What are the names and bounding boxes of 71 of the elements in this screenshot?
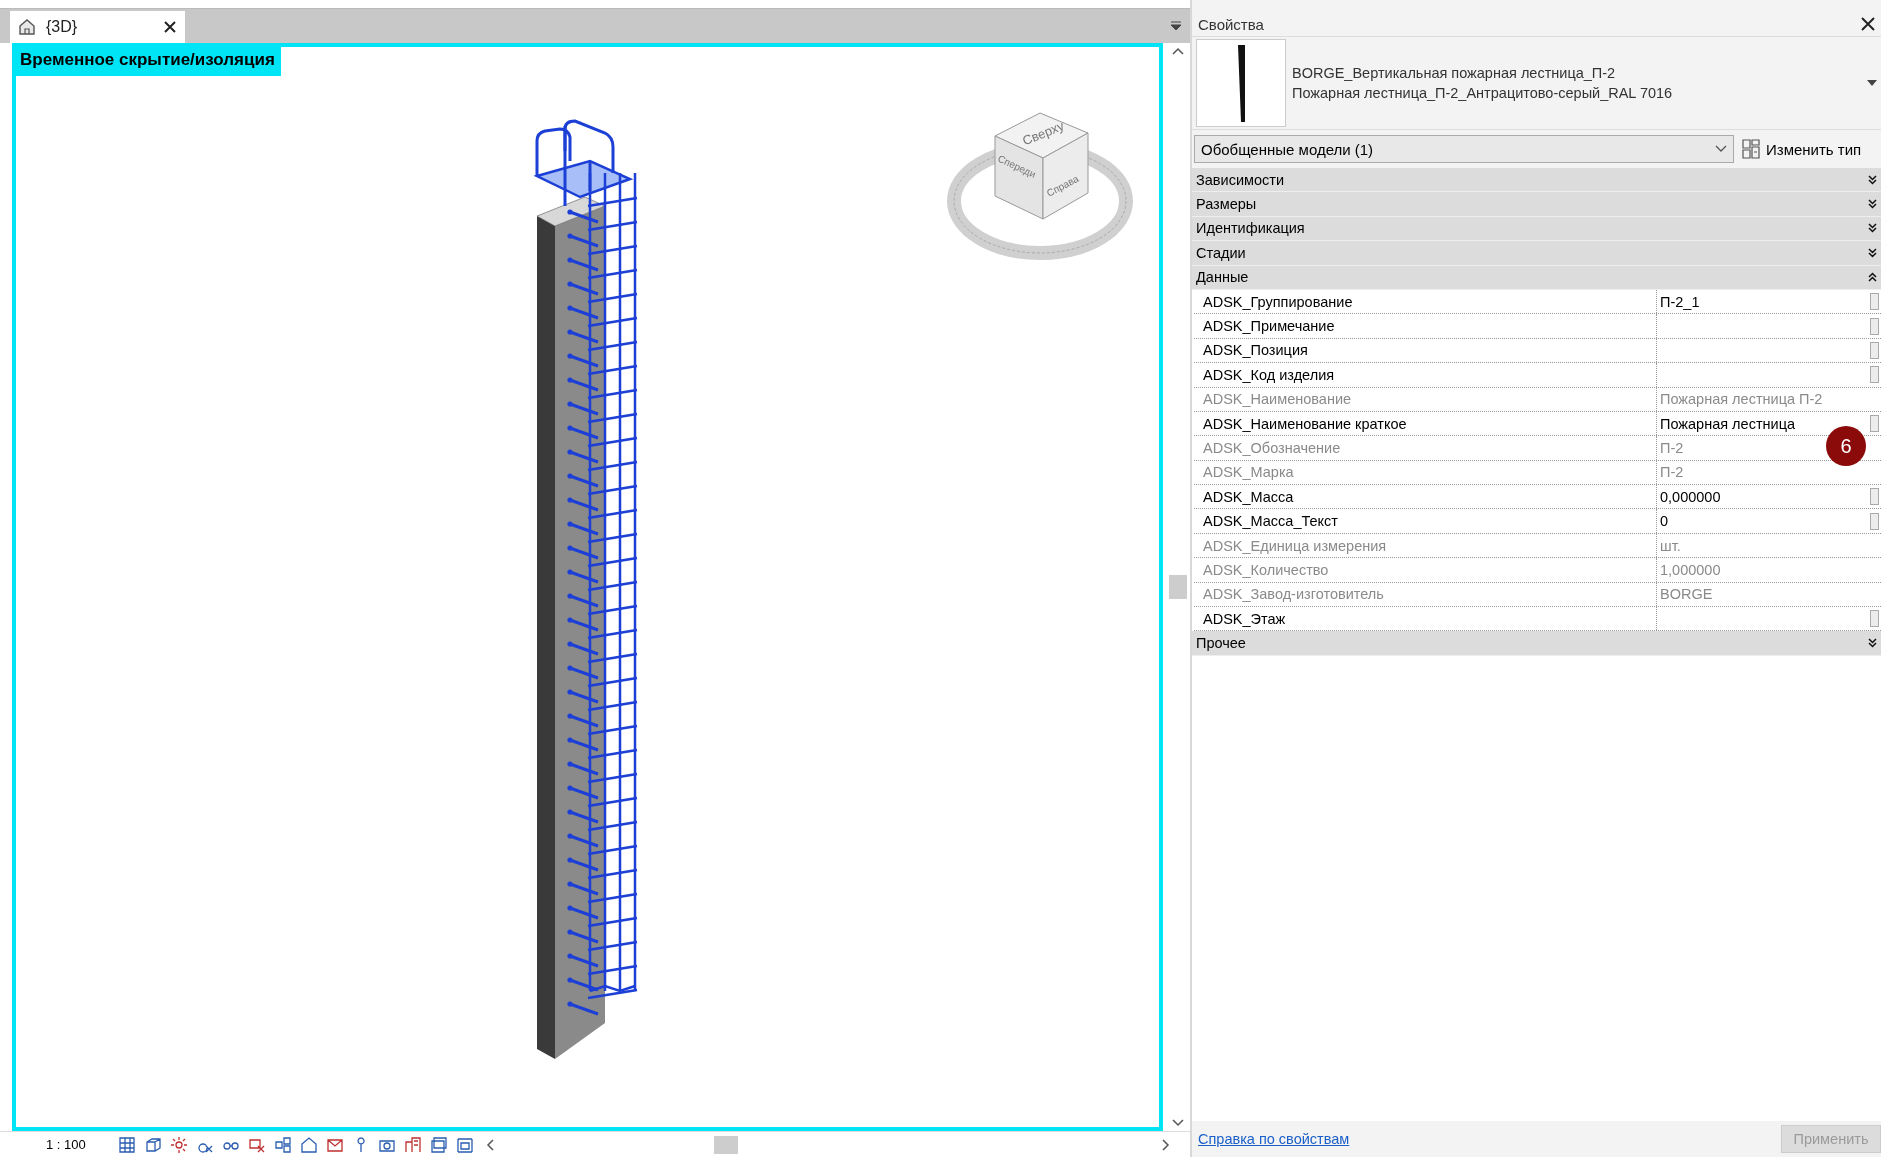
property-value[interactable]: Пожарная лестница — [1660, 415, 1795, 432]
expand-chevron-icon[interactable] — [1868, 199, 1877, 210]
scroll-down-icon[interactable] — [1172, 1119, 1184, 1127]
property-name: ADSK_Количество — [1194, 558, 1657, 582]
group-header[interactable]: Идентификация — [1192, 216, 1881, 242]
group-title: Прочее — [1196, 635, 1246, 652]
group-header[interactable]: Данные — [1192, 265, 1881, 290]
edit-type-button[interactable]: Изменить тип — [1742, 139, 1862, 159]
panel-title: Свойства — [1198, 15, 1264, 33]
group-header[interactable]: Стадии — [1192, 241, 1881, 266]
close-icon[interactable] — [1861, 17, 1875, 31]
blocks-icon[interactable] — [273, 1135, 292, 1154]
scroll-right-icon[interactable] — [1162, 1138, 1170, 1151]
property-name: ADSK_Примечание — [1194, 314, 1657, 338]
property-value[interactable]: 0 — [1660, 513, 1669, 530]
property-value[interactable]: 0,000000 — [1660, 488, 1721, 505]
box-icon[interactable] — [143, 1135, 162, 1154]
close-icon[interactable] — [163, 20, 177, 34]
property-name: ADSK_Завод-изготовитель — [1194, 582, 1657, 607]
property-name: ADSK_Масса — [1194, 485, 1657, 509]
sun-icon[interactable] — [169, 1135, 188, 1154]
property-value[interactable]: Пожарная лестница П-2 — [1660, 391, 1823, 408]
type-properties-icon — [1742, 139, 1760, 159]
property-name: ADSK_Код изделия — [1194, 363, 1657, 387]
grid-icon[interactable] — [117, 1135, 136, 1154]
category-dropdown[interactable]: Обобщенные модели (1) — [1194, 135, 1734, 163]
scrollbar-thumb[interactable] — [1169, 575, 1187, 599]
expand-chevron-icon[interactable] — [1868, 638, 1877, 649]
group-header[interactable]: Зависимости — [1192, 168, 1881, 193]
group-title: Зависимости — [1196, 171, 1284, 188]
expand-chevron-icon[interactable] — [1868, 223, 1877, 234]
property-name: ADSK_Марка — [1194, 460, 1657, 485]
group-title: Стадии — [1196, 244, 1246, 261]
property-value[interactable]: 1,000000 — [1660, 561, 1721, 578]
family-name: BORGE_Вертикальная пожарная лестница_П-2 — [1292, 65, 1617, 81]
scroll-up-icon[interactable] — [1172, 47, 1184, 55]
property-name: ADSK_Наименование — [1194, 387, 1657, 411]
isolation-banner: Временное скрытие/изоляция — [16, 47, 281, 76]
collapse-chevron-icon[interactable] — [1868, 272, 1877, 283]
property-name: ADSK_Позиция — [1194, 338, 1657, 363]
property-name: ADSK_Масса_Текст — [1194, 509, 1657, 533]
expand-chevron-icon[interactable] — [1868, 174, 1877, 185]
house-icon — [18, 18, 36, 36]
dropdown-caret-icon[interactable] — [1867, 80, 1877, 86]
group-title: Идентификация — [1196, 220, 1305, 237]
group-header[interactable]: Размеры — [1192, 192, 1881, 217]
fire-ladder-drawing[interactable] — [533, 119, 638, 1059]
building-icon[interactable] — [403, 1135, 422, 1154]
property-name: ADSK_Обозначение — [1194, 436, 1657, 460]
stack-icon[interactable] — [429, 1135, 448, 1154]
help-link[interactable]: Справка по свойствам — [1198, 1131, 1350, 1147]
property-name: ADSK_Единица измерения — [1194, 533, 1657, 558]
scrollbar-thumb[interactable] — [713, 1135, 738, 1154]
view-scale[interactable]: 1 : 100 — [46, 1137, 86, 1152]
view-tab-title: {3D} — [46, 18, 79, 36]
property-name: ADSK_Этаж — [1194, 607, 1657, 631]
ladder-thumbnail-icon — [1237, 44, 1245, 122]
frame-icon[interactable] — [455, 1135, 474, 1154]
group-title: Данные — [1196, 269, 1249, 286]
property-name: ADSK_Группирование — [1194, 289, 1657, 314]
property-value[interactable]: П-2_1 — [1660, 293, 1700, 310]
group-title: Размеры — [1196, 196, 1257, 213]
property-name: ADSK_Наименование краткое — [1194, 411, 1657, 436]
group-header[interactable]: Прочее — [1192, 631, 1881, 656]
house-icon[interactable] — [299, 1135, 318, 1154]
scroll-left-icon[interactable] — [485, 1138, 494, 1151]
view-tab[interactable]: {3D} — [10, 11, 185, 43]
menu-caret-icon[interactable] — [1170, 21, 1182, 31]
type-name: Пожарная лестница_П-2_Антрацитово-серый_RAL 7016 — [1292, 85, 1674, 101]
expand-chevron-icon[interactable] — [1868, 247, 1877, 258]
chevron-down-icon — [1715, 145, 1727, 153]
